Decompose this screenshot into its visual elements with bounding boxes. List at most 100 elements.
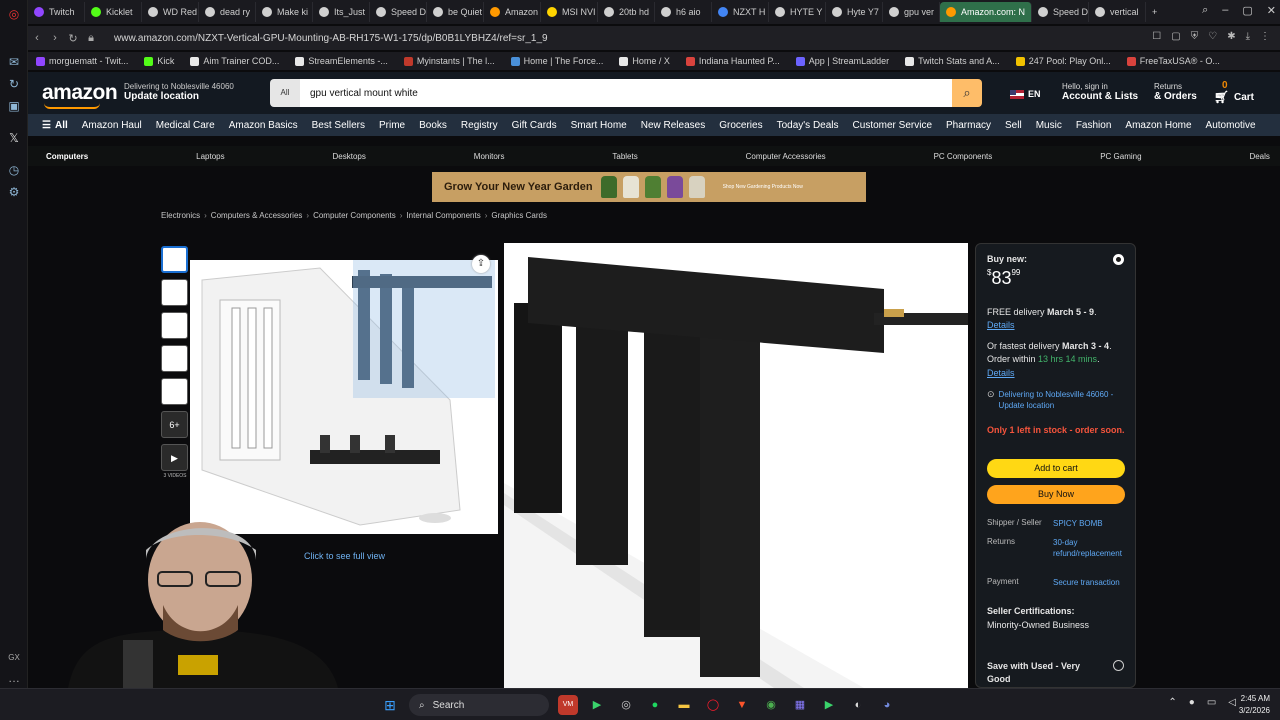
save-with-used[interactable]: Save with Used - Very Good (987, 660, 1097, 686)
subnav-item[interactable]: Monitors (474, 152, 505, 161)
extensions-icon[interactable]: ✱ (1227, 31, 1235, 42)
close-icon[interactable]: ✕ (1267, 4, 1276, 17)
discord-icon[interactable]: ◕ (877, 695, 897, 715)
messenger-icon[interactable]: ✉ (6, 54, 22, 70)
nav-item[interactable]: Smart Home (564, 120, 634, 131)
minimize-icon[interactable]: – (1222, 4, 1228, 17)
subnav-item[interactable]: Deals (1249, 152, 1269, 161)
browser-tab[interactable]: Twitch (28, 2, 85, 22)
video-play-icon[interactable]: ▶ (161, 444, 188, 471)
nav-item[interactable]: Best Sellers (305, 120, 372, 131)
brave-icon[interactable]: ▼ (732, 695, 752, 715)
add-to-cart-button[interactable]: Add to cart (987, 459, 1125, 478)
language-selector[interactable]: EN (1010, 89, 1041, 99)
bookmark-item[interactable]: Twitch Stats and A... (897, 56, 1008, 66)
share-icon[interactable]: ⇪ (472, 255, 490, 273)
amazon-logo[interactable]: amazon (42, 81, 118, 105)
nav-item[interactable]: Amazon Basics (222, 120, 305, 131)
shield-icon[interactable]: ⛨ (1191, 31, 1199, 42)
nav-item[interactable]: Today's Deals (770, 120, 846, 131)
subnav-item[interactable]: Computers (46, 152, 88, 161)
tray-chevron-icon[interactable]: ⌃ (1168, 697, 1176, 708)
nav-item[interactable]: Books (412, 120, 454, 131)
payment-value[interactable]: Secure transaction (1053, 577, 1127, 588)
thumbnail-5[interactable] (161, 378, 188, 405)
nav-item[interactable]: Fashion (1069, 120, 1119, 131)
heart-icon[interactable]: ♡ (1208, 31, 1217, 42)
browser-tab[interactable]: WD Red (142, 2, 199, 22)
breadcrumb-item[interactable]: Computers & Accessories (211, 211, 303, 220)
taskbar-clock[interactable]: 2:45 AM 3/2/2026 (1239, 693, 1270, 717)
bookmark-item[interactable]: Kick (136, 56, 182, 66)
browser-tab[interactable]: 20tb hd (598, 2, 655, 22)
bookmark-item[interactable]: FreeTaxUSA® - O... (1119, 56, 1228, 66)
search-tabs-icon[interactable]: ⌕ (1202, 4, 1208, 17)
spotify-icon[interactable]: ● (645, 695, 665, 715)
subnav-item[interactable]: PC Components (934, 152, 993, 161)
clock-icon[interactable]: ◷ (6, 162, 22, 178)
nav-item[interactable]: New Releases (634, 120, 712, 131)
browser-tab[interactable]: Amazon (484, 2, 541, 22)
browser-tab[interactable]: Speed D (370, 2, 427, 22)
browser-tab[interactable]: h6 aio (655, 2, 712, 22)
delivery-location[interactable]: ⊙ Delivering to Noblesville 46060 - Upda… (987, 389, 1127, 411)
playback-icon[interactable]: ◐ (848, 695, 868, 715)
breadcrumb-item[interactable]: Internal Components (406, 211, 480, 220)
back-icon[interactable]: ‹ (28, 32, 46, 44)
nav-item[interactable]: Registry (454, 120, 505, 131)
windows-start-icon[interactable]: ⊞ (380, 695, 400, 715)
search-icon[interactable]: ⌕ (952, 79, 982, 107)
forward-icon[interactable]: › (46, 32, 64, 44)
subnav-item[interactable]: PC Gaming (1100, 152, 1141, 161)
thumbnail-4[interactable] (161, 345, 188, 372)
gx-icon[interactable]: GX (6, 650, 22, 666)
breadcrumb-item[interactable]: Electronics (161, 211, 200, 220)
breadcrumb-item[interactable]: Computer Components (313, 211, 396, 220)
browser-tab[interactable]: Make ki (256, 2, 313, 22)
browser-tab[interactable]: Hyte Y7 (826, 2, 883, 22)
details-link-2[interactable]: Details (987, 368, 1015, 378)
subnav-item[interactable]: Desktops (333, 152, 366, 161)
details-link-1[interactable]: Details (987, 320, 1015, 330)
used-radio[interactable] (1113, 660, 1124, 671)
menu-icon[interactable]: ⋮ (1260, 31, 1270, 42)
returns-orders[interactable]: Returns & Orders (1154, 82, 1197, 102)
play-app-icon[interactable]: ▶ (587, 695, 607, 715)
browser-tab[interactable]: Amazon.com: N (940, 2, 1032, 22)
deliver-to[interactable]: Delivering to Noblesville 46060 Update l… (124, 82, 234, 102)
browser-tab[interactable]: HYTE Y (769, 2, 826, 22)
subnav-item[interactable]: Laptops (196, 152, 224, 161)
bookmark-item[interactable]: Indiana Haunted P... (678, 56, 788, 66)
download-icon[interactable]: ⤓ (1246, 31, 1250, 42)
nav-item[interactable]: Amazon Haul (75, 120, 149, 131)
nav-item[interactable]: Gift Cards (505, 120, 564, 131)
opera-logo-icon[interactable]: ◎ (6, 6, 22, 22)
network-icon[interactable]: ▭ (1207, 697, 1216, 708)
nav-item[interactable]: Customer Service (846, 120, 939, 131)
browser-tab[interactable]: dead ry (199, 2, 256, 22)
bookmark-item[interactable]: StreamElements -... (287, 56, 396, 66)
browser-tab[interactable]: gpu ver (883, 2, 940, 22)
nav-item[interactable]: Music (1029, 120, 1069, 131)
wallet-icon[interactable]: ▣ (6, 98, 22, 114)
bookmark-item[interactable]: Home | The Force... (503, 56, 612, 66)
browser-tab[interactable]: Its_Just (313, 2, 370, 22)
subnav-item[interactable]: Tablets (612, 152, 637, 161)
promo-banner[interactable]: Grow Your New Year Garden Shop New Garde… (432, 172, 866, 202)
chrome-icon[interactable]: ◉ (761, 695, 781, 715)
reload-icon[interactable]: ↻ (64, 32, 82, 45)
browser-tab[interactable]: NZXT H (712, 2, 769, 22)
bookmark-item[interactable]: Aim Trainer COD... (182, 56, 287, 66)
browser-tab[interactable]: Kicklet (85, 2, 142, 22)
nav-item[interactable]: Sell (998, 120, 1029, 131)
shipper-value[interactable]: SPICY BOMB (1053, 518, 1127, 529)
bookmark-icon[interactable]: ☐ (1152, 31, 1161, 42)
subnav-item[interactable]: Computer Accessories (746, 152, 826, 161)
breadcrumb-item[interactable]: Graphics Cards (491, 211, 547, 220)
history-icon[interactable]: ↻ (6, 76, 22, 92)
bookmark-item[interactable]: morguematt - Twit... (28, 56, 136, 66)
more-icon[interactable]: … (6, 670, 22, 686)
buy-new-radio[interactable] (1113, 254, 1124, 265)
bookmark-item[interactable]: 247 Pool: Play Onl... (1008, 56, 1119, 66)
nav-item[interactable]: Groceries (712, 120, 769, 131)
